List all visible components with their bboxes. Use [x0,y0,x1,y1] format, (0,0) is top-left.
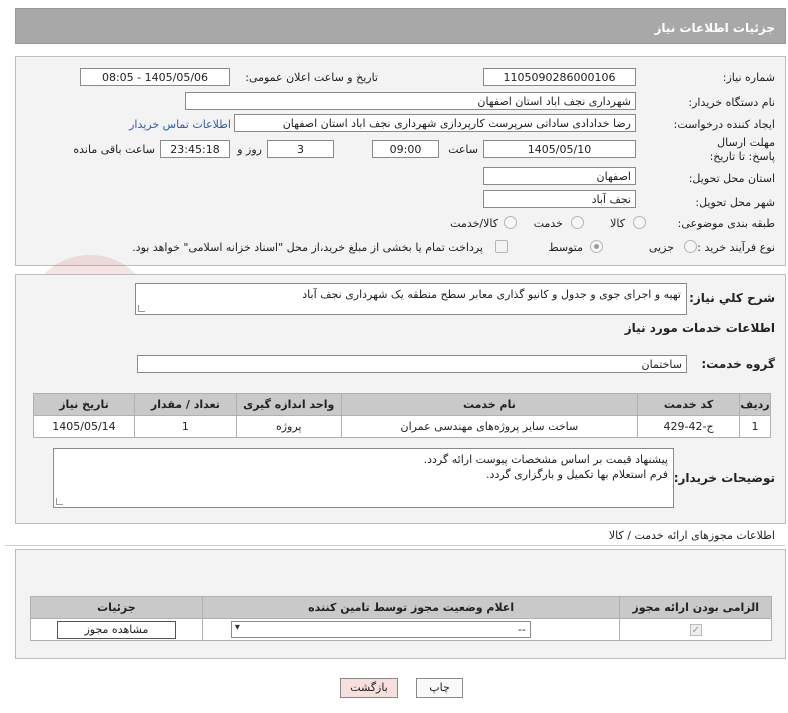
page-title: جزئیات اطلاعات نیاز [654,21,775,35]
resize-handle-icon[interactable] [138,305,145,312]
resize-handle-icon[interactable] [56,498,63,505]
purchase-radio-medium[interactable] [590,240,603,253]
deadline-time-field: 09:00 [372,140,439,158]
back-button[interactable]: بازگشت [340,678,398,698]
summary-textarea: تهیه و اجرای جوی و جدول و کانیو گذاری مع… [135,283,687,315]
request-creator-field: رضا خدادادی ساداتی سرپرست کارپردازی شهرد… [234,114,636,132]
col-service-name: نام خدمت [340,393,639,416]
col-row-number: ردیف [739,393,771,416]
permit-status-select[interactable]: -- ▾ [230,621,531,638]
category-option-service: خدمت [533,217,563,230]
city-field: نجف آباد [483,190,636,208]
remaining-time-field: 23:45:18 [160,140,230,158]
category-radio-goods[interactable] [633,216,646,229]
category-radio-service[interactable] [571,216,584,229]
cell-row-number: 1 [739,415,771,438]
category-option-goods-service: کالا/خدمت [450,217,498,230]
need-details-panel [15,56,786,266]
summary-label: شرح کلي نياز: [689,291,775,305]
buyer-notes-label: توضیحات خریدار: [673,471,775,485]
permit-status-value: -- [517,623,526,636]
permits-table: الزامی بودن ارائه مجوز اعلام وضعیت مجوز … [30,596,772,641]
treasury-payment-checkbox[interactable] [495,240,508,253]
col-service-code: کد خدمت [637,393,741,416]
cell-need-date: 1405/05/14 [33,415,135,438]
page-header: جزئیات اطلاعات نیاز [15,8,786,44]
cell-quantity: 1 [133,415,237,438]
permits-divider [5,545,785,546]
col-permit-status: اعلام وضعیت مجوز توسط تامین کننده [201,596,621,619]
print-button-label: چاپ [429,681,450,694]
col-unit: واحد اندازه گیری [235,393,342,416]
buyer-contact-link[interactable]: اطلاعات تماس خریدار [129,118,231,131]
need-number-label: شماره نیاز: [722,71,775,84]
col-need-date: تاریخ نیاز [33,393,135,416]
service-group-field: ساختمان [137,355,687,373]
cell-unit: پروژه [235,415,342,438]
province-label: استان محل تحویل: [688,172,775,185]
services-table-header: ردیف کد خدمت نام خدمت واحد اندازه گیری ت… [33,393,771,416]
category-radio-goods-service[interactable] [504,216,517,229]
buyer-notes-line-2: فرم استعلام بها تکمیل و بارگزاری گردد. [486,468,668,481]
cell-service-name: ساخت سایر پروژه‌های مهندسی عمران [340,415,639,438]
chevron-down-icon: ▾ [234,622,240,633]
buyer-name-field: شهرداری نجف اباد استان اصفهان [185,92,636,110]
deadline-date-field: 1405/05/10 [483,140,636,158]
buyer-name-label: نام دستگاه خریدار: [688,96,775,109]
back-button-label: بازگشت [350,681,388,694]
view-permit-button[interactable]: مشاهده مجوز [56,620,176,639]
city-label: شهر محل تحویل: [695,196,775,209]
permit-required-check-icon: ✓ [689,624,702,636]
purchase-option-medium: متوسط [548,241,583,254]
remaining-time-label: ساعت باقی مانده [73,143,155,156]
buyer-notes-line-1: پیشنهاد قیمت بر اساس مشخصات پیوست ارائه … [423,453,668,466]
col-quantity: تعداد / مقدار [133,393,237,416]
cell-service-code: ج-42-429 [637,415,741,438]
category-label: طبقه بندی موضوعی: [677,217,775,230]
cell-permit-status: -- ▾ [201,618,621,641]
cell-permit-details: مشاهده مجوز [30,618,203,641]
view-permit-label: مشاهده مجوز [84,622,149,636]
table-row: 1 ج-42-429 ساخت سایر پروژه‌های مهندسی عم… [33,415,771,438]
purchase-type-label: نوع فرآیند خرید : [697,241,775,254]
buyer-notes-textarea: پیشنهاد قیمت بر اساس مشخصات پیوست ارائه … [53,448,674,508]
purchase-option-minor: جزیی [648,241,674,254]
announce-date-field: 1405/05/06 - 08:05 [80,68,230,86]
category-option-goods: کالا [610,217,625,230]
province-field: اصفهان [483,167,636,185]
treasury-payment-note: پرداخت تمام یا بخشی از مبلغ خرید،از محل … [132,241,483,254]
col-permit-required: الزامی بودن ارائه مجوز [619,596,772,619]
need-number-field: 1105090286000106 [483,68,636,86]
permits-section-title: اطلاعات مجوزهای ارائه خدمت / کالا [608,529,775,542]
remaining-days-label: روز و [237,143,262,156]
service-group-label: گروه خدمت: [701,357,775,371]
cell-permit-required: ✓ [619,618,772,641]
deadline-time-label: ساعت [448,143,478,156]
deadline-label: مهلت ارسال پاسخ: تا تاریخ: [709,136,775,163]
remaining-days-field: 3 [267,140,334,158]
announce-date-label: تاریخ و ساعت اعلان عمومی: [245,71,378,84]
permits-table-header: الزامی بودن ارائه مجوز اعلام وضعیت مجوز … [30,596,772,619]
col-permit-details: جزئیات [30,596,203,619]
purchase-radio-minor[interactable] [684,240,697,253]
table-row: ✓ -- ▾ مشاهده مجوز [30,618,772,641]
services-table: ردیف کد خدمت نام خدمت واحد اندازه گیری ت… [33,393,771,438]
services-section-title: اطلاعات خدمات مورد نیاز [624,321,775,335]
summary-text: تهیه و اجرای جوی و جدول و کانیو گذاری مع… [302,288,681,301]
request-creator-label: ایجاد کننده درخواست: [673,118,775,131]
print-button[interactable]: چاپ [416,678,463,698]
